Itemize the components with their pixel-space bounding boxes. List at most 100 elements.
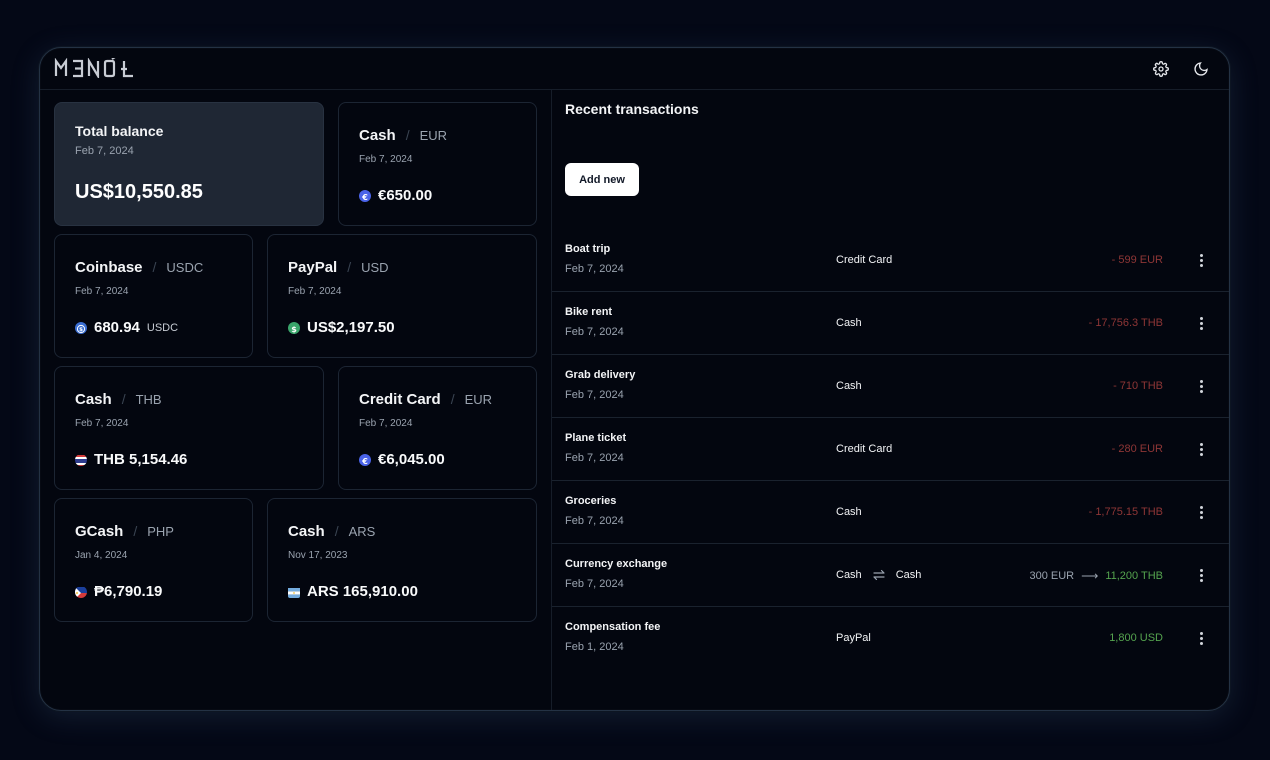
transactions-panel: Recent transactions Add new Boat trip Fe…: [551, 89, 1229, 710]
account-card-cash-ars[interactable]: Cash / ARS Nov 17, 2023 ARS 165,910.00: [267, 498, 537, 622]
transaction-account-name: Credit Card: [836, 254, 893, 266]
account-amount: €6,045.00: [378, 451, 445, 468]
transaction-date: Feb 7, 2024: [565, 578, 624, 590]
account-amount: US$2,197.50: [307, 319, 395, 336]
account-card-coinbase-usdc[interactable]: Coinbase / USDC Feb 7, 2024 $ 680.94 USD…: [54, 234, 253, 358]
transaction-amount: - 710 THB: [1113, 380, 1163, 392]
svg-text:€: €: [361, 193, 368, 202]
recent-transactions-title: Recent transactions: [565, 101, 699, 117]
account-date: Feb 7, 2024: [288, 286, 342, 297]
euro-coin-icon: €: [359, 189, 371, 202]
transaction-name: Grab delivery: [565, 369, 636, 381]
transaction-row[interactable]: Bike rent Feb 7, 2024 Cash - 17,756.3 TH…: [552, 292, 1229, 355]
svg-text:$: $: [79, 327, 83, 333]
account-currency: THB: [135, 392, 162, 407]
accounts-panel: Total balance Feb 7, 2024 US$10,550.85 C…: [40, 89, 551, 710]
transaction-date: Feb 7, 2024: [565, 515, 624, 527]
account-card-paypal-usd[interactable]: PayPal / USD Feb 7, 2024 $ US$2,197.50: [267, 234, 537, 358]
more-options-icon[interactable]: [1196, 503, 1206, 521]
account-currency: ARS: [348, 524, 376, 539]
transaction-account: Credit Card: [836, 254, 892, 266]
account-name: Coinbase: [75, 259, 143, 276]
transaction-row[interactable]: Compensation fee Feb 1, 2024 PayPal 1,80…: [552, 607, 1229, 670]
more-options-icon[interactable]: [1196, 377, 1206, 395]
transaction-amount: - 280 EUR: [1111, 443, 1163, 455]
app-window: Total balance Feb 7, 2024 US$10,550.85 C…: [39, 47, 1230, 711]
account-amount: ARS 165,910.00: [307, 583, 418, 600]
title-divider: /: [334, 523, 339, 539]
transaction-amount: - 17,756.3 THB: [1088, 317, 1163, 329]
thailand-flag-icon: [75, 454, 87, 466]
transaction-row[interactable]: Plane ticket Feb 7, 2024 Credit Card - 2…: [552, 418, 1229, 481]
more-options-icon[interactable]: [1196, 629, 1206, 647]
transaction-account-from: Cash: [836, 569, 862, 581]
transaction-name: Compensation fee: [565, 621, 661, 633]
total-balance-card[interactable]: Total balance Feb 7, 2024 US$10,550.85: [54, 102, 324, 226]
transaction-name: Boat trip: [565, 243, 611, 255]
exchange-amount-to: 11,200 THB: [1105, 570, 1163, 582]
more-options-icon[interactable]: [1196, 440, 1206, 458]
usdc-coin-icon: $: [75, 321, 87, 334]
transaction-account: Cash: [836, 317, 862, 329]
title-divider: /: [121, 391, 126, 407]
account-card-credit-card-eur[interactable]: Credit Card / EUR Feb 7, 2024 € €6,045.0…: [338, 366, 537, 490]
account-date: Feb 7, 2024: [359, 418, 413, 429]
total-balance-date: Feb 7, 2024: [75, 145, 134, 157]
transactions-list: Boat trip Feb 7, 2024 Credit Card - 599 …: [552, 229, 1229, 670]
transaction-account-to: Cash: [895, 569, 922, 581]
transaction-account-name: Cash: [836, 380, 862, 392]
account-currency: EUR: [464, 392, 493, 407]
account-name: GCash: [75, 523, 124, 540]
transaction-row[interactable]: Currency exchange Feb 7, 2024 Cash Cash …: [552, 544, 1229, 607]
more-options-icon[interactable]: [1196, 314, 1206, 332]
title-divider: /: [405, 127, 410, 143]
philippines-flag-icon: [75, 586, 87, 598]
logo-mark: [54, 56, 133, 80]
transaction-date: Feb 7, 2024: [565, 263, 624, 275]
title-divider: /: [133, 523, 138, 539]
dollar-coin-icon: $: [288, 321, 300, 334]
transaction-amount: - 1,775.15 THB: [1088, 506, 1163, 518]
title-divider: /: [347, 259, 352, 275]
total-balance-title: Total balance: [75, 123, 164, 139]
transaction-account: Cash: [836, 506, 862, 518]
arrow-right-icon: ⟶: [1081, 569, 1099, 583]
account-date: Nov 17, 2023: [288, 550, 348, 561]
transaction-row[interactable]: Groceries Feb 7, 2024 Cash - 1,775.15 TH…: [552, 481, 1229, 544]
account-card-gcash-php[interactable]: GCash / PHP Jan 4, 2024 ₱6,790.19: [54, 498, 253, 622]
account-date: Feb 7, 2024: [75, 286, 129, 297]
moon-icon[interactable]: [1193, 61, 1209, 77]
transaction-name: Plane ticket: [565, 432, 627, 444]
account-card-cash-thb[interactable]: Cash / THB Feb 7, 2024 THB 5,154.46: [54, 366, 324, 490]
transaction-name: Bike rent: [565, 306, 613, 318]
account-currency: PHP: [147, 524, 174, 539]
transaction-account: Cash Cash: [836, 569, 921, 581]
gear-icon[interactable]: [1153, 61, 1169, 77]
transaction-date: Feb 7, 2024: [565, 452, 624, 464]
total-balance-amount: US$10,550.85: [75, 181, 203, 203]
more-options-icon[interactable]: [1196, 251, 1206, 269]
svg-text:$: $: [291, 325, 297, 334]
account-name: Credit Card: [359, 391, 441, 408]
add-new-button[interactable]: Add new: [565, 163, 639, 196]
account-card-cash-eur[interactable]: Cash / EUR Feb 7, 2024 € €650.00: [338, 102, 537, 226]
transaction-amount: - 599 EUR: [1111, 254, 1163, 266]
title-divider: /: [152, 259, 157, 275]
account-amount: THB 5,154.46: [94, 451, 188, 468]
transaction-account-name: Cash: [836, 506, 862, 518]
account-amount: 680.94: [94, 319, 140, 336]
account-amount: ₱6,790.19: [94, 583, 163, 600]
account-name: Cash: [75, 391, 112, 408]
transaction-row[interactable]: Boat trip Feb 7, 2024 Credit Card - 599 …: [552, 229, 1229, 292]
more-options-icon[interactable]: [1196, 566, 1206, 584]
transaction-account-name: Credit Card: [836, 443, 893, 455]
top-bar: [40, 48, 1229, 90]
transaction-account-name: PayPal: [836, 632, 871, 644]
euro-coin-icon: €: [359, 453, 371, 466]
transaction-account: Cash: [836, 380, 862, 392]
account-name: Cash: [359, 127, 396, 144]
account-date: Jan 4, 2024: [75, 550, 128, 561]
transaction-account: Credit Card: [836, 443, 892, 455]
account-date: Feb 7, 2024: [359, 154, 413, 165]
transaction-row[interactable]: Grab delivery Feb 7, 2024 Cash - 710 THB: [552, 355, 1229, 418]
